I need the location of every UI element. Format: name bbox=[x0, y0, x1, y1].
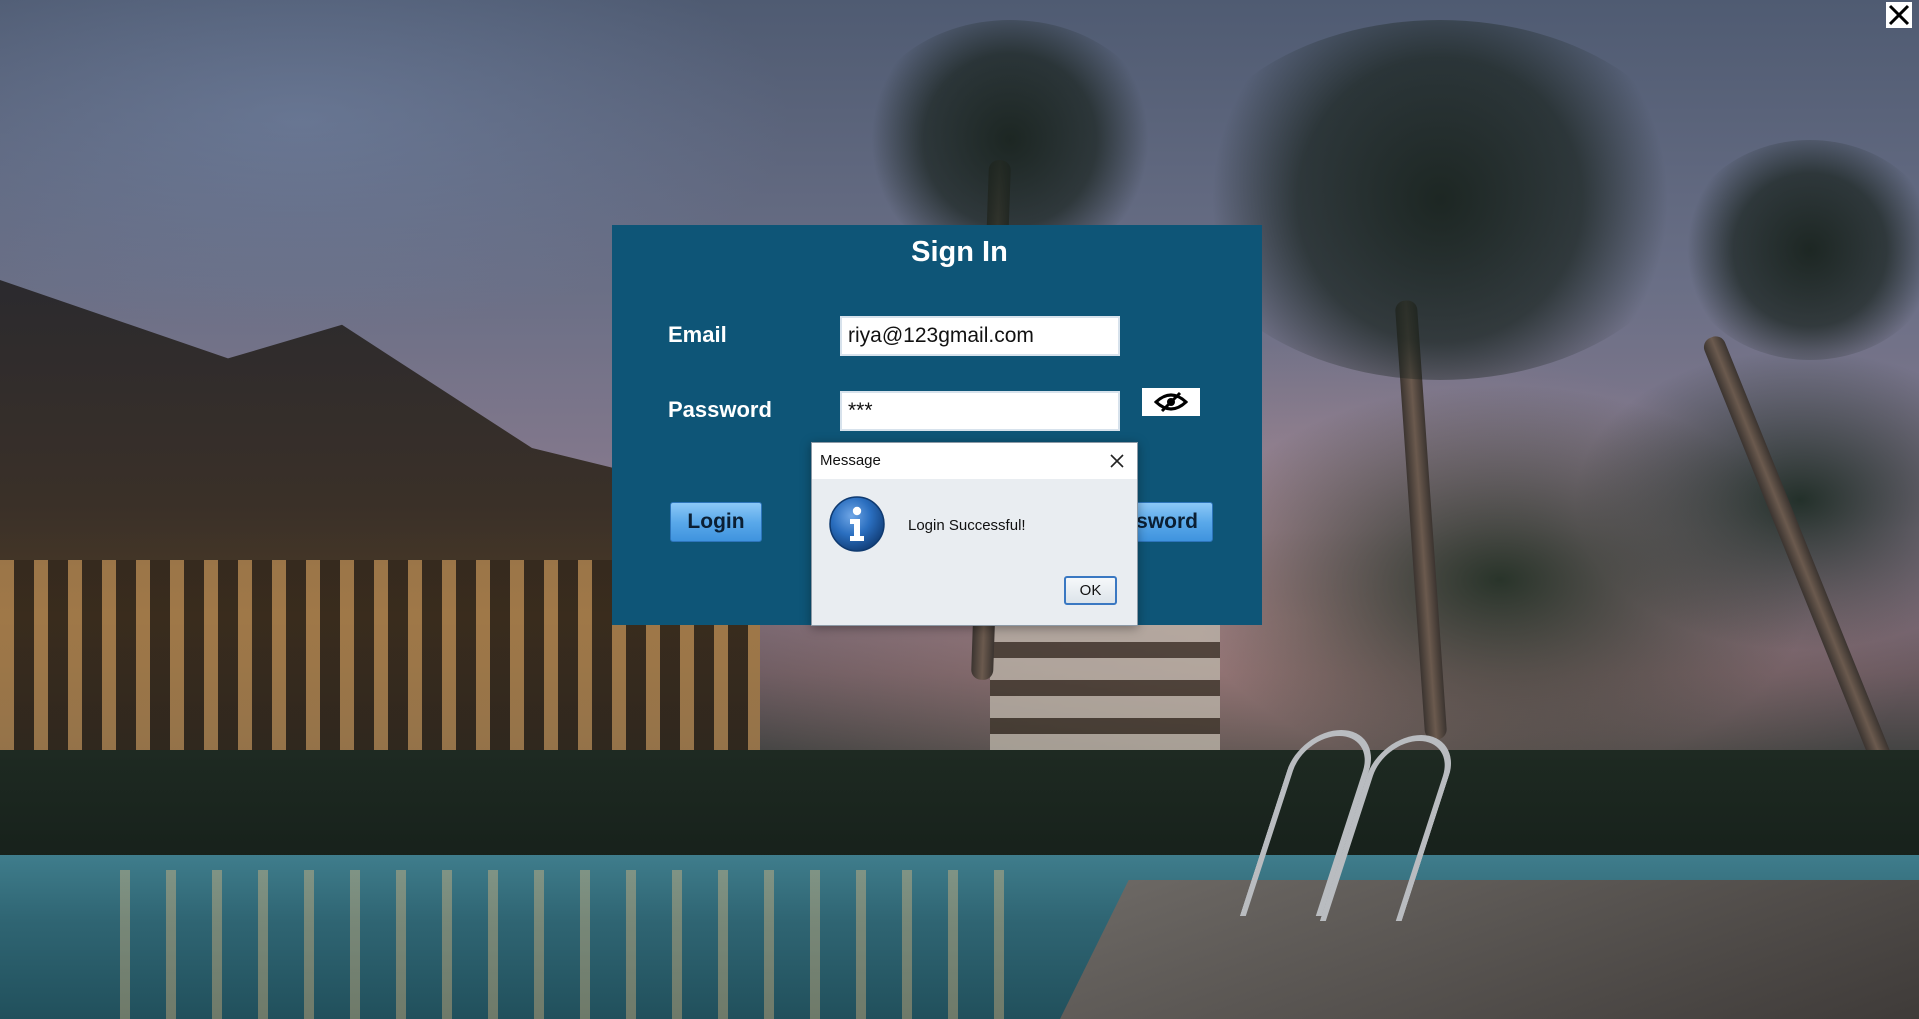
close-icon bbox=[1888, 4, 1910, 26]
email-field[interactable] bbox=[840, 316, 1120, 356]
login-button[interactable]: Login bbox=[670, 502, 762, 542]
palm-crown bbox=[860, 20, 1160, 260]
login-button-label: Login bbox=[687, 510, 745, 533]
email-label: Email bbox=[668, 322, 727, 347]
app-close-button[interactable] bbox=[1886, 2, 1912, 28]
hedge bbox=[0, 750, 1919, 860]
signin-title: Sign In bbox=[911, 236, 1008, 268]
message-dialog: Message Login Successful! OK bbox=[811, 442, 1138, 626]
dialog-message: Login Successful! bbox=[908, 517, 1026, 534]
dialog-title: Message bbox=[820, 452, 881, 469]
pool-deck bbox=[1060, 880, 1919, 1019]
password-label: Password bbox=[668, 397, 772, 422]
password-field[interactable] bbox=[840, 391, 1120, 431]
pool-reflections bbox=[120, 870, 1020, 1019]
password-toggle-button[interactable] bbox=[1142, 388, 1200, 416]
ok-button-label: OK bbox=[1079, 582, 1102, 599]
info-icon bbox=[829, 496, 885, 552]
close-icon bbox=[1110, 454, 1124, 468]
eye-slash-icon bbox=[1154, 391, 1188, 413]
ok-button[interactable]: OK bbox=[1064, 576, 1117, 605]
forgot-password-button-label: sword bbox=[1136, 510, 1198, 533]
dialog-close-button[interactable] bbox=[1105, 449, 1129, 473]
